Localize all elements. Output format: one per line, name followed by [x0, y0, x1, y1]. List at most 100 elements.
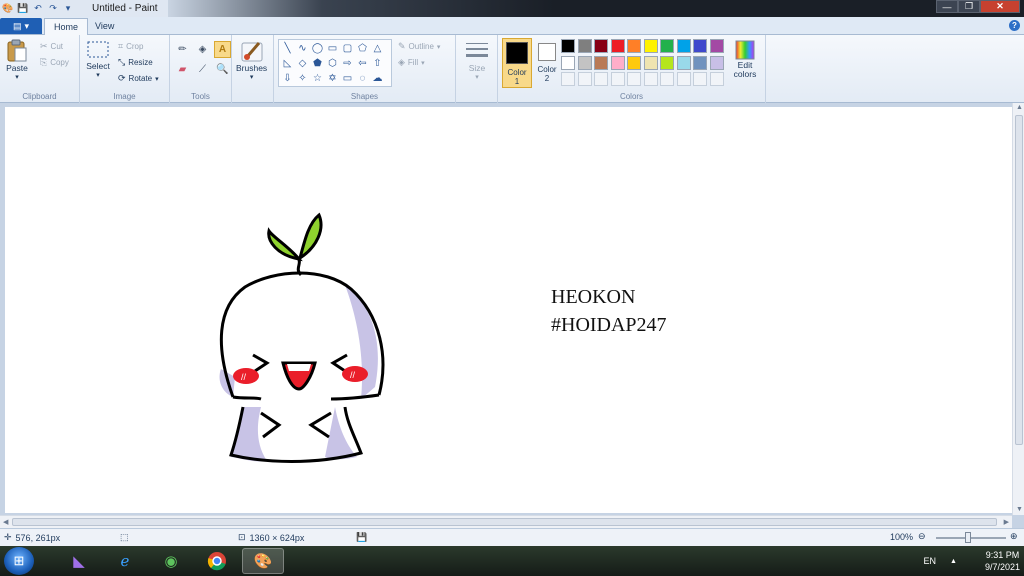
palette-swatch[interactable]	[610, 55, 625, 70]
select-button[interactable]: Select ▾	[86, 39, 110, 79]
palette-swatch[interactable]	[660, 55, 674, 70]
vertical-scroll-thumb[interactable]	[1015, 115, 1023, 445]
palette-swatch[interactable]	[676, 39, 691, 53]
size-button[interactable]: Size ▾	[464, 41, 490, 81]
custom-color-slot[interactable]	[561, 72, 575, 86]
callout-cloud-shape-icon[interactable]: ☁	[370, 71, 385, 86]
four-point-star-shape-icon[interactable]: ✧	[295, 71, 310, 86]
color1-button[interactable]: Color 1	[502, 38, 532, 88]
custom-color-slot[interactable]	[676, 72, 691, 86]
pencil-icon[interactable]: ✏	[174, 41, 191, 58]
palette-swatch[interactable]	[577, 39, 592, 53]
scroll-down-icon[interactable]: ▼	[1016, 506, 1023, 513]
undo-icon[interactable]: ↶	[32, 3, 44, 15]
resize-button[interactable]: ⤡ Resize	[118, 57, 153, 68]
palette-swatch[interactable]	[643, 39, 658, 53]
scroll-up-icon[interactable]: ▲	[1016, 104, 1023, 111]
visual-studio-icon[interactable]: ◣	[58, 548, 100, 574]
zoom-slider-track[interactable]	[936, 537, 1006, 539]
horizontal-scroll-thumb[interactable]	[12, 518, 997, 526]
fill-button[interactable]: ◈ Fill ▾	[398, 57, 425, 68]
triangle-shape-icon[interactable]: △	[370, 41, 385, 56]
palette-swatch[interactable]	[594, 55, 608, 70]
copy-button[interactable]: ⎘ Copy	[40, 57, 69, 68]
six-point-star-shape-icon[interactable]: ✡	[325, 71, 340, 86]
zoom-in-icon[interactable]: ⊕	[1010, 531, 1018, 542]
paste-button[interactable]: Paste ▾	[6, 39, 28, 81]
callout-oval-shape-icon[interactable]: ◌	[355, 71, 370, 86]
pentagon-shape-icon[interactable]: ⬟	[310, 56, 325, 71]
palette-swatch[interactable]	[709, 39, 724, 53]
color2-button[interactable]: Color 2	[534, 38, 560, 88]
palette-swatch[interactable]	[577, 55, 592, 70]
fill-bucket-icon[interactable]: ◈	[194, 41, 211, 58]
line-shape-icon[interactable]: ╲	[280, 41, 295, 56]
show-hidden-icons[interactable]: ▲	[950, 558, 957, 565]
outline-button[interactable]: ✎ Outline ▾	[398, 41, 440, 52]
curve-shape-icon[interactable]: ∿	[295, 41, 310, 56]
custom-color-slot[interactable]	[594, 72, 608, 86]
right-triangle-shape-icon[interactable]: ◺	[280, 56, 295, 71]
palette-swatch[interactable]	[594, 39, 608, 53]
palette-swatch[interactable]	[561, 55, 575, 70]
clock[interactable]: 9:31 PM 9/7/2021	[985, 549, 1020, 573]
palette-swatch[interactable]	[627, 39, 641, 53]
left-arrow-shape-icon[interactable]: ⇦	[355, 56, 370, 71]
palette-swatch[interactable]	[676, 55, 691, 70]
paint-icon[interactable]: 🎨	[242, 548, 284, 574]
chrome-icon[interactable]	[196, 548, 238, 574]
rounded-rectangle-shape-icon[interactable]: ▢	[340, 41, 355, 56]
zoom-slider-thumb[interactable]	[965, 532, 971, 543]
right-arrow-shape-icon[interactable]: ⇨	[340, 56, 355, 71]
custom-color-slot[interactable]	[693, 72, 707, 86]
polygon-shape-icon[interactable]: ⬠	[355, 41, 370, 56]
up-arrow-shape-icon[interactable]: ⇧	[370, 56, 385, 71]
coccoc-browser-icon[interactable]: ◉	[150, 548, 192, 574]
scroll-left-icon[interactable]: ◀	[3, 518, 8, 526]
down-arrow-shape-icon[interactable]: ⇩	[280, 71, 295, 86]
custom-color-slot[interactable]	[709, 72, 724, 86]
drawing-canvas[interactable]: // // HEOKON #HOIDAP247	[5, 107, 1012, 513]
horizontal-scrollbar[interactable]: ◀ ▶	[0, 515, 1012, 528]
custom-color-slot[interactable]	[643, 72, 658, 86]
file-menu-button[interactable]: ▤ ▾	[0, 18, 42, 34]
brushes-button[interactable]: Brushes ▾	[236, 39, 267, 81]
custom-color-slot[interactable]	[610, 72, 625, 86]
hexagon-shape-icon[interactable]: ⬡	[325, 56, 340, 71]
paint-app-icon[interactable]: 🎨	[2, 3, 14, 15]
text-tool-icon[interactable]: A	[214, 41, 231, 58]
palette-swatch[interactable]	[693, 55, 707, 70]
shapes-gallery[interactable]: ╲ ∿ ◯ ▭ ▢ ⬠ △ ◺ ◇ ⬟ ⬡ ⇨ ⇦ ⇧ ⇩ ✧ ☆ ✡ ▭ ◌ …	[278, 39, 392, 87]
tab-view[interactable]: View	[86, 18, 123, 35]
save-icon[interactable]: 💾	[17, 3, 29, 15]
custom-color-slot[interactable]	[577, 72, 592, 86]
eraser-icon[interactable]: ▰	[174, 61, 191, 78]
palette-swatch[interactable]	[709, 55, 724, 70]
language-indicator[interactable]: EN	[924, 556, 937, 566]
edit-colors-button[interactable]: Edit colors	[730, 39, 760, 79]
redo-icon[interactable]: ↷	[47, 3, 59, 15]
maximize-button[interactable]: ❐	[958, 0, 980, 13]
rectangle-shape-icon[interactable]: ▭	[325, 41, 340, 56]
customize-qat-icon[interactable]: ▾	[62, 3, 74, 15]
vertical-scrollbar[interactable]: ▲ ▼	[1012, 103, 1024, 515]
palette-swatch[interactable]	[660, 39, 674, 53]
close-button[interactable]: ✕	[980, 0, 1020, 13]
crop-button[interactable]: ⌗ Crop	[118, 41, 143, 52]
rotate-button[interactable]: ⟳ Rotate ▾	[118, 73, 159, 84]
five-point-star-shape-icon[interactable]: ☆	[310, 71, 325, 86]
scroll-right-icon[interactable]: ▶	[1004, 518, 1009, 526]
callout-rect-shape-icon[interactable]: ▭	[340, 71, 355, 86]
cut-button[interactable]: ✂ Cut	[40, 41, 63, 52]
oval-shape-icon[interactable]: ◯	[310, 41, 325, 56]
magnifier-icon[interactable]: 🔍	[214, 61, 231, 78]
custom-color-slot[interactable]	[627, 72, 641, 86]
minimize-button[interactable]: —	[936, 0, 958, 13]
internet-explorer-icon[interactable]: ℯ	[104, 548, 146, 574]
palette-swatch[interactable]	[643, 55, 658, 70]
palette-swatch[interactable]	[627, 55, 641, 70]
tab-home[interactable]: Home	[44, 18, 89, 35]
diamond-shape-icon[interactable]: ◇	[295, 56, 310, 71]
color-picker-icon[interactable]: ⟋	[194, 61, 211, 78]
help-icon[interactable]: ?	[1009, 20, 1020, 31]
